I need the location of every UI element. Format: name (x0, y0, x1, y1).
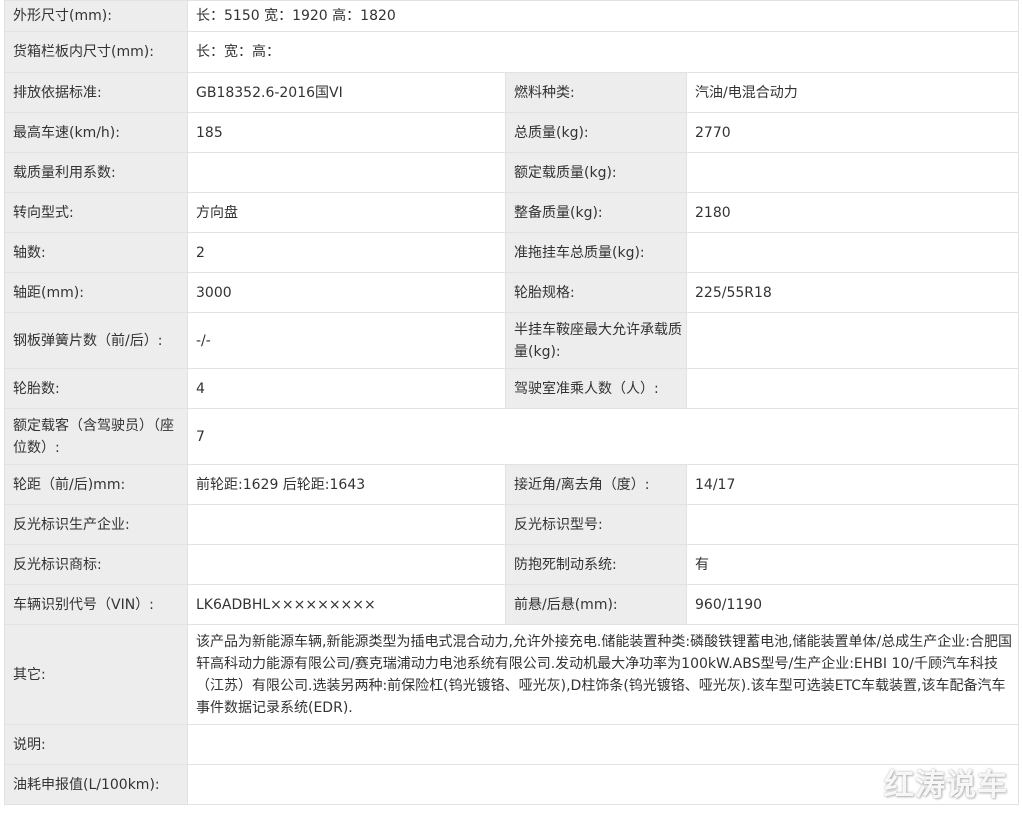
field-value (685, 312, 1020, 369)
field-value: 2770 (685, 112, 1020, 153)
field-value (186, 724, 1020, 765)
field-label: 货箱栏板内尺寸(mm): (4, 31, 188, 73)
table-row: 车辆识别代号（VIN）: LK6ADBHL××××××××× 前悬/后悬(mm)… (4, 584, 1020, 625)
field-value-remarks: 该产品为新能源车辆,新能源类型为插电式混合动力,允许外接充电.储能装置种类:磷酸… (186, 624, 1020, 725)
field-label: 轴距(mm): (4, 272, 188, 313)
field-label: 额定载质量(kg): (505, 152, 687, 193)
field-label: 反光标识商标: (4, 544, 188, 585)
field-value: 2180 (685, 192, 1020, 233)
field-label: 轮胎数: (4, 368, 188, 409)
field-value (685, 504, 1020, 545)
field-value: GB18352.6-2016国VI (187, 72, 506, 113)
field-label: 接近角/离去角（度）: (505, 464, 687, 505)
field-value (685, 368, 1020, 409)
table-row: 说明: (4, 724, 1020, 765)
field-value (187, 152, 506, 193)
field-value: 225/55R18 (685, 272, 1020, 313)
field-label: 载质量利用系数: (4, 152, 188, 193)
field-value: 7 (186, 408, 1020, 465)
field-value: 3000 (187, 272, 506, 313)
field-label: 反光标识生产企业: (4, 504, 188, 545)
field-label: 其它: (4, 624, 188, 725)
field-value: 汽油/电混合动力 (685, 72, 1020, 113)
table-row: 轮距（前/后)mm: 前轮距:1629 后轮距:1643 接近角/离去角（度）:… (4, 464, 1020, 505)
field-value: -/- (187, 312, 506, 369)
table-row: 油耗申报值(L/100km): (4, 764, 1020, 805)
field-value: LK6ADBHL××××××××× (187, 584, 506, 625)
field-value: 方向盘 (187, 192, 506, 233)
field-label: 整备质量(kg): (505, 192, 687, 233)
field-value: 14/17 (685, 464, 1020, 505)
table-row: 转向型式: 方向盘 整备质量(kg): 2180 (4, 192, 1020, 233)
field-value: 长：5150 宽：1920 高：1820 (186, 0, 1020, 32)
field-label: 轮距（前/后)mm: (4, 464, 188, 505)
field-label: 外形尺寸(mm): (4, 0, 188, 32)
table-row: 货箱栏板内尺寸(mm): 长：宽：高： (4, 31, 1020, 73)
table-row: 载质量利用系数: 额定载质量(kg): (4, 152, 1020, 193)
field-label: 转向型式: (4, 192, 188, 233)
watermark-text: 红涛说车 (884, 768, 1008, 803)
field-value: 2 (187, 232, 506, 273)
table-row: 外形尺寸(mm): 长：5150 宽：1920 高：1820 (4, 0, 1020, 32)
spec-table: 外形尺寸(mm): 长：5150 宽：1920 高：1820 货箱栏板内尺寸(m… (4, 0, 1020, 805)
field-value: 960/1190 (685, 584, 1020, 625)
field-value (685, 152, 1020, 193)
table-row: 排放依据标准: GB18352.6-2016国VI 燃料种类: 汽油/电混合动力 (4, 72, 1020, 113)
table-row: 反光标识商标: 防抱死制动系统: 有 (4, 544, 1020, 585)
field-value (187, 544, 506, 585)
field-value: 前轮距:1629 后轮距:1643 (187, 464, 506, 505)
field-value (187, 504, 506, 545)
field-label: 反光标识型号: (505, 504, 687, 545)
field-label: 油耗申报值(L/100km): (4, 764, 188, 805)
field-label: 半挂车鞍座最大允许承载质量(kg): (505, 312, 687, 369)
table-row: 额定载客（含驾驶员）（座位数）: 7 (4, 408, 1020, 465)
table-row: 轮胎数: 4 驾驶室准乘人数（人）: (4, 368, 1020, 409)
field-value: 长：宽：高： (186, 31, 1020, 73)
field-label: 说明: (4, 724, 188, 765)
table-row: 轴距(mm): 3000 轮胎规格: 225/55R18 (4, 272, 1020, 313)
field-label: 最高车速(km/h): (4, 112, 188, 153)
field-value: 4 (187, 368, 506, 409)
field-value (685, 232, 1020, 273)
table-row: 反光标识生产企业: 反光标识型号: (4, 504, 1020, 545)
table-row: 轴数: 2 准拖挂车总质量(kg): (4, 232, 1020, 273)
field-label: 防抱死制动系统: (505, 544, 687, 585)
field-value: 185 (187, 112, 506, 153)
field-label: 额定载客（含驾驶员）（座位数）: (4, 408, 188, 465)
field-label: 燃料种类: (505, 72, 687, 113)
field-label: 总质量(kg): (505, 112, 687, 153)
field-value: 有 (685, 544, 1020, 585)
field-label: 准拖挂车总质量(kg): (505, 232, 687, 273)
field-label: 排放依据标准: (4, 72, 188, 113)
spec-sheet: 外形尺寸(mm): 长：5150 宽：1920 高：1820 货箱栏板内尺寸(m… (4, 0, 1020, 805)
field-label: 驾驶室准乘人数（人）: (505, 368, 687, 409)
field-label: 轴数: (4, 232, 188, 273)
field-label: 钢板弹簧片数（前/后）: (4, 312, 188, 369)
table-row: 其它: 该产品为新能源车辆,新能源类型为插电式混合动力,允许外接充电.储能装置种… (4, 624, 1020, 725)
field-label: 车辆识别代号（VIN）: (4, 584, 188, 625)
table-row: 钢板弹簧片数（前/后）: -/- 半挂车鞍座最大允许承载质量(kg): (4, 312, 1020, 369)
field-label: 前悬/后悬(mm): (505, 584, 687, 625)
table-row: 最高车速(km/h): 185 总质量(kg): 2770 (4, 112, 1020, 153)
field-label: 轮胎规格: (505, 272, 687, 313)
